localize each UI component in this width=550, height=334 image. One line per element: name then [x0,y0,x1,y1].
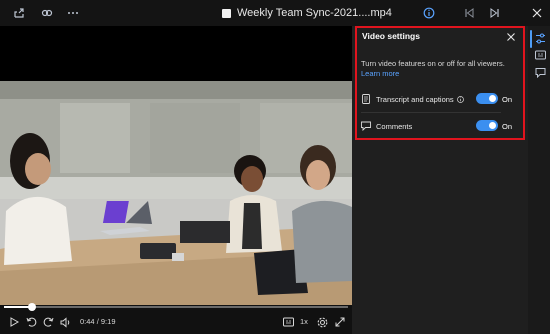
duration: 9:19 [100,317,116,326]
panel-title: Video settings [362,31,420,41]
toggle-state: On [502,121,513,131]
play-icon[interactable] [8,316,20,328]
forward-icon[interactable] [42,316,54,328]
link-icon[interactable] [40,6,54,20]
time-separator: / [96,317,99,326]
rewind-icon[interactable] [25,316,37,328]
video-settings-icon[interactable] [533,31,547,45]
setting-label: Comments [376,121,413,131]
setting-comments: Comments On [361,119,521,133]
skip-previous-icon[interactable] [462,6,476,20]
comment-setting-icon [361,121,371,131]
settings-gear-icon[interactable] [316,316,328,328]
skip-next-icon[interactable] [488,6,502,20]
share-icon[interactable] [12,6,26,20]
more-icon[interactable] [66,6,80,20]
time-display: 0:44 / 9:19 [80,317,116,326]
setting-label: Transcript and captions [376,94,454,104]
side-rail [528,26,550,334]
close-panel-icon[interactable] [504,30,518,44]
close-window-icon[interactable] [530,6,544,20]
seek-bar[interactable] [4,303,348,311]
player-controls: 0:44 / 9:19 1x [0,312,352,332]
file-icon [222,8,231,18]
setting-divider [361,112,501,113]
video-frame [0,81,352,305]
toggle-state: On [502,94,513,104]
info-small-icon[interactable] [457,95,465,103]
info-icon[interactable] [422,6,436,20]
file-name: Weekly Team Sync-2021....mp4 [237,7,392,19]
panel-description: Turn video features on or off for all vi… [361,59,505,68]
video-player[interactable] [0,26,352,305]
volume-icon[interactable] [59,316,71,328]
fullscreen-icon[interactable] [334,316,346,328]
comments-rail-icon[interactable] [533,65,547,79]
seek-bar-thumb[interactable] [27,303,36,311]
transcript-icon[interactable] [533,48,547,62]
side-rail-active-indicator [530,30,532,48]
setting-transcript-captions: Transcript and captions On [361,92,521,106]
comments-toggle[interactable] [476,120,498,131]
captions-icon[interactable] [282,316,294,328]
transcript-setting-icon [361,94,371,104]
title-bar: Weekly Team Sync-2021....mp4 [0,0,550,26]
transcript-toggle[interactable] [476,93,498,104]
current-time: 0:44 [80,317,95,326]
learn-more-link[interactable]: Learn more [361,69,399,78]
file-title: Weekly Team Sync-2021....mp4 [222,6,392,20]
playback-speed[interactable]: 1x [300,317,308,326]
